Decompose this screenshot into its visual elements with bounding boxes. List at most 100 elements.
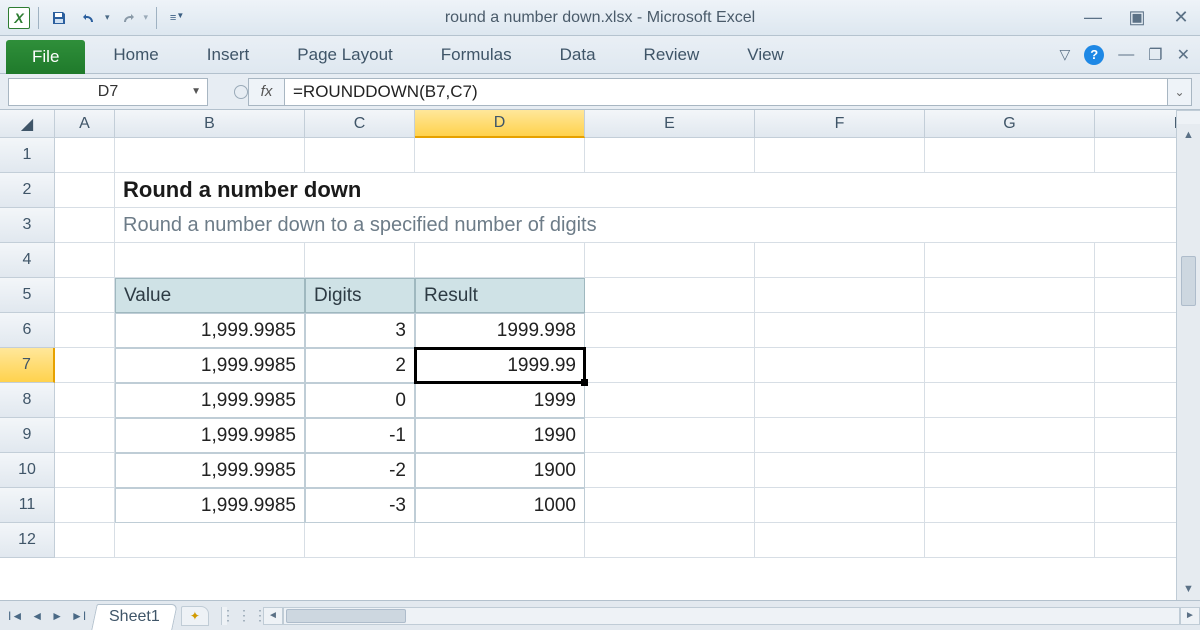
name-box-dropdown-icon[interactable]: ▼ [191, 86, 201, 97]
cell[interactable] [925, 488, 1095, 523]
table-cell[interactable]: 1,999.9985 [115, 453, 305, 488]
row-header-8[interactable]: 8 [0, 383, 55, 418]
cell[interactable] [925, 348, 1095, 383]
cell[interactable] [585, 278, 755, 313]
cell[interactable] [55, 243, 115, 278]
table-cell[interactable]: -2 [305, 453, 415, 488]
cell[interactable] [115, 523, 305, 558]
active-cell[interactable]: 1999.99 [415, 348, 585, 383]
table-cell[interactable]: 1999.998 [415, 313, 585, 348]
cell[interactable] [305, 138, 415, 173]
col-header-D[interactable]: D [415, 110, 585, 138]
cell[interactable] [925, 243, 1095, 278]
hscroll-track[interactable] [283, 607, 1180, 625]
sheet-tab-sheet1[interactable]: Sheet1 [91, 604, 177, 630]
scroll-left-icon[interactable]: ◄ [263, 607, 283, 625]
row-header-5[interactable]: 5 [0, 278, 55, 313]
col-header-B[interactable]: B [115, 110, 305, 138]
cell[interactable] [55, 208, 115, 243]
cell[interactable] [755, 418, 925, 453]
expand-formula-bar-icon[interactable]: ⌄ [1168, 78, 1192, 106]
table-header-value[interactable]: Value [115, 278, 305, 313]
cell[interactable] [585, 488, 755, 523]
cell[interactable] [925, 523, 1095, 558]
prev-sheet-icon[interactable]: ◄ [29, 609, 45, 623]
maximize-button[interactable]: ▣ [1126, 7, 1148, 28]
col-header-E[interactable]: E [585, 110, 755, 138]
cell[interactable] [55, 523, 115, 558]
cell[interactable] [1095, 278, 1176, 313]
scroll-right-icon[interactable]: ► [1180, 607, 1200, 625]
cell[interactable] [925, 453, 1095, 488]
table-cell[interactable]: 1,999.9985 [115, 313, 305, 348]
customize-qat-icon[interactable]: ≡▼ [165, 6, 189, 30]
table-cell[interactable]: 1000 [415, 488, 585, 523]
ribbon-minimize-icon[interactable]: ▽ [1059, 46, 1070, 63]
last-sheet-icon[interactable]: ►I [69, 609, 88, 623]
col-header-A[interactable]: A [55, 110, 115, 138]
cell[interactable] [755, 313, 925, 348]
cell[interactable] [1095, 488, 1176, 523]
cell[interactable] [585, 243, 755, 278]
cell[interactable] [1095, 243, 1176, 278]
tab-page-layout[interactable]: Page Layout [273, 36, 416, 73]
cell[interactable] [415, 523, 585, 558]
table-header-result[interactable]: Result [415, 278, 585, 313]
cell[interactable] [585, 313, 755, 348]
excel-logo-icon[interactable]: X [8, 7, 30, 29]
cell[interactable] [55, 278, 115, 313]
table-cell[interactable]: 1,999.9985 [115, 383, 305, 418]
cell[interactable] [925, 383, 1095, 418]
table-cell[interactable]: 1,999.9985 [115, 348, 305, 383]
cell[interactable] [55, 488, 115, 523]
cell[interactable] [415, 243, 585, 278]
help-icon[interactable]: ? [1084, 45, 1104, 65]
row-header-6[interactable]: 6 [0, 313, 55, 348]
select-all-corner[interactable]: ◢ [0, 110, 55, 138]
cell[interactable] [755, 523, 925, 558]
cell[interactable] [585, 138, 755, 173]
cell[interactable] [585, 383, 755, 418]
minimize-button[interactable]: ― [1082, 7, 1104, 28]
redo-dropdown-icon[interactable]: ▾ [144, 12, 149, 23]
workbook-minimize-icon[interactable]: ― [1118, 46, 1134, 64]
tab-insert[interactable]: Insert [183, 36, 274, 73]
cell[interactable] [1095, 348, 1176, 383]
split-handle-icon[interactable] [1177, 110, 1200, 124]
cell[interactable] [1095, 138, 1176, 173]
table-cell[interactable]: 3 [305, 313, 415, 348]
row-header-2[interactable]: 2 [0, 173, 55, 208]
cell[interactable] [925, 278, 1095, 313]
cell[interactable] [755, 488, 925, 523]
cell[interactable] [55, 453, 115, 488]
cell[interactable] [1095, 418, 1176, 453]
cell[interactable] [585, 523, 755, 558]
worksheet[interactable]: ◢ A B C D E F G H 1 2 Round a number dow… [0, 110, 1176, 600]
sheet-subtitle[interactable]: Round a number down to a specified numbe… [115, 208, 1176, 243]
cell[interactable] [55, 348, 115, 383]
redo-icon[interactable] [116, 6, 140, 30]
name-box[interactable]: D7 ▼ [8, 78, 208, 106]
first-sheet-icon[interactable]: I◄ [6, 609, 25, 623]
vertical-scrollbar[interactable]: ▲ ▼ [1176, 110, 1200, 600]
horizontal-scrollbar[interactable]: ⋮⋮⋮ ◄ ► [221, 601, 1200, 630]
file-tab[interactable]: File [6, 40, 85, 74]
workbook-close-icon[interactable]: ✕ [1177, 45, 1190, 65]
cell[interactable] [55, 383, 115, 418]
tab-view[interactable]: View [723, 36, 808, 73]
cell[interactable] [585, 418, 755, 453]
table-cell[interactable]: 1900 [415, 453, 585, 488]
cell[interactable] [755, 453, 925, 488]
next-sheet-icon[interactable]: ► [49, 609, 65, 623]
table-cell[interactable]: 1990 [415, 418, 585, 453]
cell[interactable] [585, 453, 755, 488]
table-cell[interactable]: 0 [305, 383, 415, 418]
undo-dropdown-icon[interactable]: ▾ [105, 12, 110, 23]
table-cell[interactable]: 2 [305, 348, 415, 383]
tab-home[interactable]: Home [89, 36, 182, 73]
cell[interactable] [55, 138, 115, 173]
cell[interactable] [925, 313, 1095, 348]
row-header-12[interactable]: 12 [0, 523, 55, 558]
hscroll-thumb[interactable] [286, 609, 406, 623]
cell[interactable] [305, 523, 415, 558]
